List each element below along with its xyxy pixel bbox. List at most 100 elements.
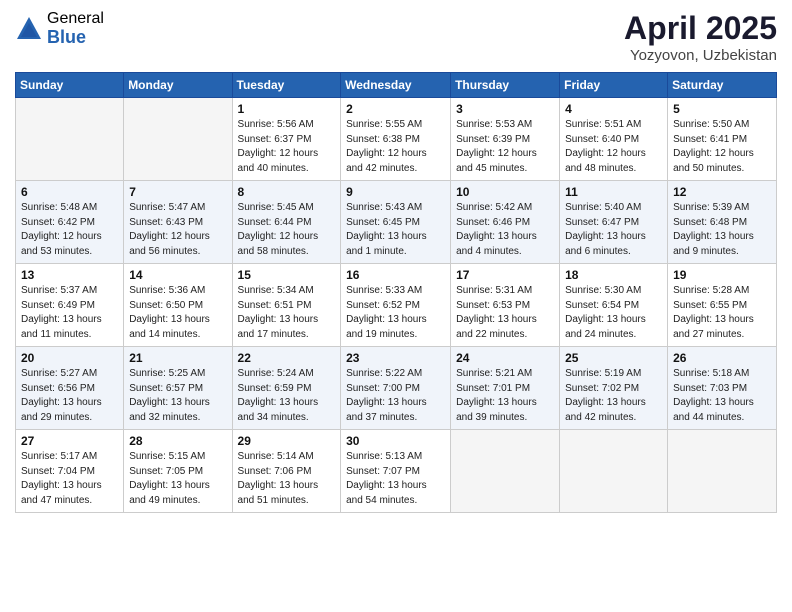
day-info: Sunrise: 5:28 AM Sunset: 6:55 PM Dayligh… bbox=[673, 284, 771, 342]
calendar-table: Sunday Monday Tuesday Wednesday Thursday… bbox=[15, 72, 777, 513]
table-row: 10 Sunrise: 5:42 AM Sunset: 6:46 PM Dayli… bbox=[451, 181, 560, 264]
day-info: Sunrise: 5:51 AM Sunset: 6:40 PM Dayligh… bbox=[565, 118, 662, 176]
table-row bbox=[668, 430, 777, 513]
table-row bbox=[560, 430, 668, 513]
day-number: 6 bbox=[21, 185, 118, 199]
day-info: Sunrise: 5:31 AM Sunset: 6:53 PM Dayligh… bbox=[456, 284, 554, 342]
day-number: 30 bbox=[346, 434, 445, 448]
day-number: 27 bbox=[21, 434, 118, 448]
day-info: Sunrise: 5:18 AM Sunset: 7:03 PM Dayligh… bbox=[673, 367, 771, 425]
table-row: 8 Sunrise: 5:45 AM Sunset: 6:44 PM Daylig… bbox=[232, 181, 341, 264]
day-number: 10 bbox=[456, 185, 554, 199]
day-info: Sunrise: 5:27 AM Sunset: 6:56 PM Dayligh… bbox=[21, 367, 118, 425]
day-info: Sunrise: 5:33 AM Sunset: 6:52 PM Dayligh… bbox=[346, 284, 445, 342]
day-number: 5 bbox=[673, 102, 771, 116]
table-row: 1 Sunrise: 5:56 AM Sunset: 6:37 PM Daylig… bbox=[232, 98, 341, 181]
day-info: Sunrise: 5:45 AM Sunset: 6:44 PM Dayligh… bbox=[238, 201, 336, 259]
table-row: 2 Sunrise: 5:55 AM Sunset: 6:38 PM Daylig… bbox=[341, 98, 451, 181]
table-row: 5 Sunrise: 5:50 AM Sunset: 6:41 PM Daylig… bbox=[668, 98, 777, 181]
table-row: 26 Sunrise: 5:18 AM Sunset: 7:03 PM Dayli… bbox=[668, 347, 777, 430]
table-row: 12 Sunrise: 5:39 AM Sunset: 6:48 PM Dayli… bbox=[668, 181, 777, 264]
day-number: 4 bbox=[565, 102, 662, 116]
table-row: 11 Sunrise: 5:40 AM Sunset: 6:47 PM Dayli… bbox=[560, 181, 668, 264]
day-info: Sunrise: 5:22 AM Sunset: 7:00 PM Dayligh… bbox=[346, 367, 445, 425]
table-row bbox=[16, 98, 124, 181]
day-number: 7 bbox=[129, 185, 226, 199]
day-number: 24 bbox=[456, 351, 554, 365]
day-info: Sunrise: 5:43 AM Sunset: 6:45 PM Dayligh… bbox=[346, 201, 445, 259]
table-row: 23 Sunrise: 5:22 AM Sunset: 7:00 PM Dayli… bbox=[341, 347, 451, 430]
table-row: 14 Sunrise: 5:36 AM Sunset: 6:50 PM Dayli… bbox=[124, 264, 232, 347]
header-tuesday: Tuesday bbox=[232, 73, 341, 98]
day-number: 26 bbox=[673, 351, 771, 365]
logo-blue: Blue bbox=[47, 28, 104, 48]
day-number: 18 bbox=[565, 268, 662, 282]
table-row: 16 Sunrise: 5:33 AM Sunset: 6:52 PM Dayli… bbox=[341, 264, 451, 347]
title-block: April 2025 Yozyovon, Uzbekistan bbox=[624, 10, 777, 64]
table-row: 17 Sunrise: 5:31 AM Sunset: 6:53 PM Dayli… bbox=[451, 264, 560, 347]
table-row: 9Sunrise: 5:43 AM Sunset: 6:45 PM Daylig… bbox=[341, 181, 451, 264]
day-number: 14 bbox=[129, 268, 226, 282]
logo-icon bbox=[15, 15, 43, 43]
day-info: Sunrise: 5:25 AM Sunset: 6:57 PM Dayligh… bbox=[129, 367, 226, 425]
table-row: 28Sunrise: 5:15 AM Sunset: 7:05 PM Dayli… bbox=[124, 430, 232, 513]
table-row: 27Sunrise: 5:17 AM Sunset: 7:04 PM Dayli… bbox=[16, 430, 124, 513]
day-info: Sunrise: 5:53 AM Sunset: 6:39 PM Dayligh… bbox=[456, 118, 554, 176]
header-sunday: Sunday bbox=[16, 73, 124, 98]
table-row: 30 Sunrise: 5:13 AM Sunset: 7:07 PM Dayli… bbox=[341, 430, 451, 513]
day-info: Sunrise: 5:15 AM Sunset: 7:05 PM Dayligh… bbox=[129, 450, 226, 508]
day-info: Sunrise: 5:13 AM Sunset: 7:07 PM Dayligh… bbox=[346, 450, 445, 508]
calendar-week-row: 1 Sunrise: 5:56 AM Sunset: 6:37 PM Daylig… bbox=[16, 98, 777, 181]
day-number: 23 bbox=[346, 351, 445, 365]
day-number: 11 bbox=[565, 185, 662, 199]
day-info: Sunrise: 5:14 AM Sunset: 7:06 PM Dayligh… bbox=[238, 450, 336, 508]
day-number: 3 bbox=[456, 102, 554, 116]
table-row: 24 Sunrise: 5:21 AM Sunset: 7:01 PM Dayli… bbox=[451, 347, 560, 430]
day-info: Sunrise: 5:42 AM Sunset: 6:46 PM Dayligh… bbox=[456, 201, 554, 259]
day-number: 21 bbox=[129, 351, 226, 365]
day-info: Sunrise: 5:30 AM Sunset: 6:54 PM Dayligh… bbox=[565, 284, 662, 342]
header-saturday: Saturday bbox=[668, 73, 777, 98]
table-row: 22 Sunrise: 5:24 AM Sunset: 6:59 PM Dayli… bbox=[232, 347, 341, 430]
table-row: 15Sunrise: 5:34 AM Sunset: 6:51 PM Dayli… bbox=[232, 264, 341, 347]
day-info: Sunrise: 5:48 AM Sunset: 6:42 PM Dayligh… bbox=[21, 201, 118, 259]
day-number: 29 bbox=[238, 434, 336, 448]
day-info: Sunrise: 5:55 AM Sunset: 6:38 PM Dayligh… bbox=[346, 118, 445, 176]
calendar-header-row: Sunday Monday Tuesday Wednesday Thursday… bbox=[16, 73, 777, 98]
day-info: Sunrise: 5:39 AM Sunset: 6:48 PM Dayligh… bbox=[673, 201, 771, 259]
table-row: 4 Sunrise: 5:51 AM Sunset: 6:40 PM Daylig… bbox=[560, 98, 668, 181]
day-info: Sunrise: 5:40 AM Sunset: 6:47 PM Dayligh… bbox=[565, 201, 662, 259]
table-row bbox=[124, 98, 232, 181]
day-number: 16 bbox=[346, 268, 445, 282]
table-row: 21 Sunrise: 5:25 AM Sunset: 6:57 PM Dayli… bbox=[124, 347, 232, 430]
table-row: 19 Sunrise: 5:28 AM Sunset: 6:55 PM Dayli… bbox=[668, 264, 777, 347]
day-info: Sunrise: 5:36 AM Sunset: 6:50 PM Dayligh… bbox=[129, 284, 226, 342]
day-info: Sunrise: 5:24 AM Sunset: 6:59 PM Dayligh… bbox=[238, 367, 336, 425]
day-number: 1 bbox=[238, 102, 336, 116]
day-number: 12 bbox=[673, 185, 771, 199]
day-number: 8 bbox=[238, 185, 336, 199]
day-info: Sunrise: 5:47 AM Sunset: 6:43 PM Dayligh… bbox=[129, 201, 226, 259]
day-number: 22 bbox=[238, 351, 336, 365]
calendar-week-row: 27Sunrise: 5:17 AM Sunset: 7:04 PM Dayli… bbox=[16, 430, 777, 513]
day-info: Sunrise: 5:50 AM Sunset: 6:41 PM Dayligh… bbox=[673, 118, 771, 176]
month-year: April 2025 bbox=[624, 10, 777, 47]
day-info: Sunrise: 5:21 AM Sunset: 7:01 PM Dayligh… bbox=[456, 367, 554, 425]
logo-general: General bbox=[47, 10, 104, 28]
table-row bbox=[451, 430, 560, 513]
day-info: Sunrise: 5:19 AM Sunset: 7:02 PM Dayligh… bbox=[565, 367, 662, 425]
day-number: 2 bbox=[346, 102, 445, 116]
day-number: 17 bbox=[456, 268, 554, 282]
day-number: 13 bbox=[21, 268, 118, 282]
calendar-week-row: 6 Sunrise: 5:48 AM Sunset: 6:42 PM Daylig… bbox=[16, 181, 777, 264]
table-row: 6 Sunrise: 5:48 AM Sunset: 6:42 PM Daylig… bbox=[16, 181, 124, 264]
table-row: 18 Sunrise: 5:30 AM Sunset: 6:54 PM Dayli… bbox=[560, 264, 668, 347]
page-header: General Blue April 2025 Yozyovon, Uzbeki… bbox=[15, 10, 777, 64]
logo-text: General Blue bbox=[47, 10, 104, 47]
table-row: 20Sunrise: 5:27 AM Sunset: 6:56 PM Dayli… bbox=[16, 347, 124, 430]
header-monday: Monday bbox=[124, 73, 232, 98]
table-row: 3 Sunrise: 5:53 AM Sunset: 6:39 PM Daylig… bbox=[451, 98, 560, 181]
day-info: Sunrise: 5:37 AM Sunset: 6:49 PM Dayligh… bbox=[21, 284, 118, 342]
day-number: 19 bbox=[673, 268, 771, 282]
day-info: Sunrise: 5:56 AM Sunset: 6:37 PM Dayligh… bbox=[238, 118, 336, 176]
